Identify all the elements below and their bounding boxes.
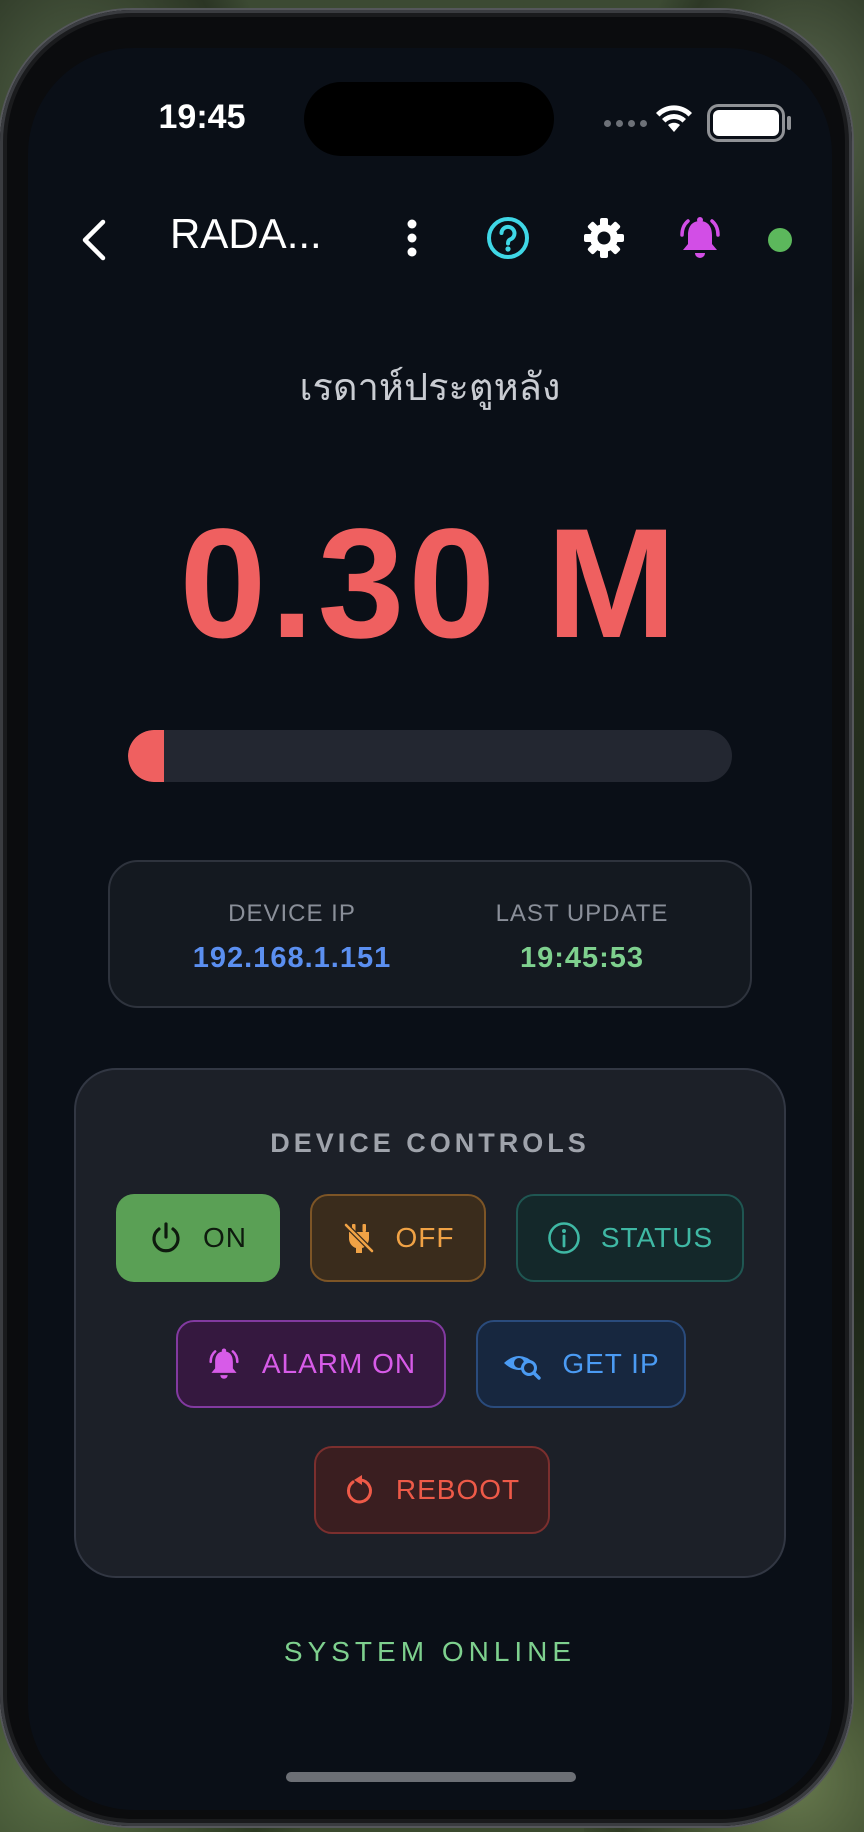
power-on-button[interactable]: ON xyxy=(116,1194,280,1282)
device-ip-label: DEVICE IP xyxy=(228,900,356,927)
alarm-button[interactable] xyxy=(672,210,728,266)
connection-status-dot xyxy=(768,228,792,252)
reboot-label: REBOOT xyxy=(395,1474,521,1505)
status-button[interactable]: STATUS xyxy=(516,1194,744,1282)
power-icon xyxy=(152,1222,180,1253)
status-label: STATUS xyxy=(600,1222,714,1253)
wifi-icon xyxy=(656,105,692,132)
info-icon xyxy=(548,1222,580,1254)
device-name: เรดาห์ประตูหลัง xyxy=(299,365,561,409)
dynamic-island xyxy=(304,82,554,156)
settings-button[interactable] xyxy=(576,210,632,266)
battery-icon xyxy=(707,104,791,142)
bell-alert-icon xyxy=(680,217,720,258)
app-screen: 19:45 RADA... เรดาห์ประตูหลัง 0.30 M DEV… xyxy=(28,48,832,1810)
plug-off-icon xyxy=(343,1223,374,1253)
more-menu-button[interactable] xyxy=(384,210,440,266)
chevron-left-icon xyxy=(82,219,106,261)
get-ip-label: GET IP xyxy=(562,1348,660,1379)
device-ip-block: DEVICE IP 192.168.1.151 xyxy=(172,900,412,975)
alarm-on-button[interactable]: ALARM ON xyxy=(176,1320,446,1408)
power-on-label: ON xyxy=(203,1222,247,1253)
gear-icon xyxy=(584,218,624,258)
distance-progress-bar xyxy=(128,730,732,782)
status-bar-time: 19:45 xyxy=(158,98,246,136)
home-indicator[interactable] xyxy=(286,1772,576,1782)
last-update-label: LAST UPDATE xyxy=(495,900,669,927)
help-icon xyxy=(487,217,529,259)
cellular-signal-icon xyxy=(604,120,647,127)
device-controls-card: DEVICE CONTROLS ON OFF STATUS ALARM ON G… xyxy=(74,1068,786,1578)
last-update-value: 19:45:53 xyxy=(519,942,645,974)
device-ip-value: 192.168.1.151 xyxy=(192,942,392,974)
reboot-button[interactable]: REBOOT xyxy=(314,1446,550,1534)
controls-title: DEVICE CONTROLS xyxy=(270,1128,590,1158)
system-status-text: SYSTEM ONLINE xyxy=(283,1636,577,1667)
bell-alert-icon xyxy=(209,1348,239,1379)
get-ip-button[interactable]: GET IP xyxy=(476,1320,686,1408)
help-button[interactable] xyxy=(480,210,536,266)
distance-readout: 0.30 M xyxy=(179,497,681,671)
last-update-block: LAST UPDATE 19:45:53 xyxy=(462,900,702,975)
page-title: RADA... xyxy=(170,210,322,257)
eye-search-icon xyxy=(504,1356,542,1380)
power-off-button[interactable]: OFF xyxy=(310,1194,486,1282)
more-vertical-icon xyxy=(407,219,417,257)
device-info-card: DEVICE IP 192.168.1.151 LAST UPDATE 19:4… xyxy=(108,860,752,1008)
back-button[interactable] xyxy=(64,200,124,280)
distance-progress-fill xyxy=(128,730,165,782)
alarm-on-label: ALARM ON xyxy=(261,1348,417,1379)
restart-icon xyxy=(346,1475,372,1504)
phone-frame: 19:45 RADA... เรดาห์ประตูหลัง 0.30 M DEV… xyxy=(0,10,852,1826)
power-off-label: OFF xyxy=(395,1222,455,1253)
